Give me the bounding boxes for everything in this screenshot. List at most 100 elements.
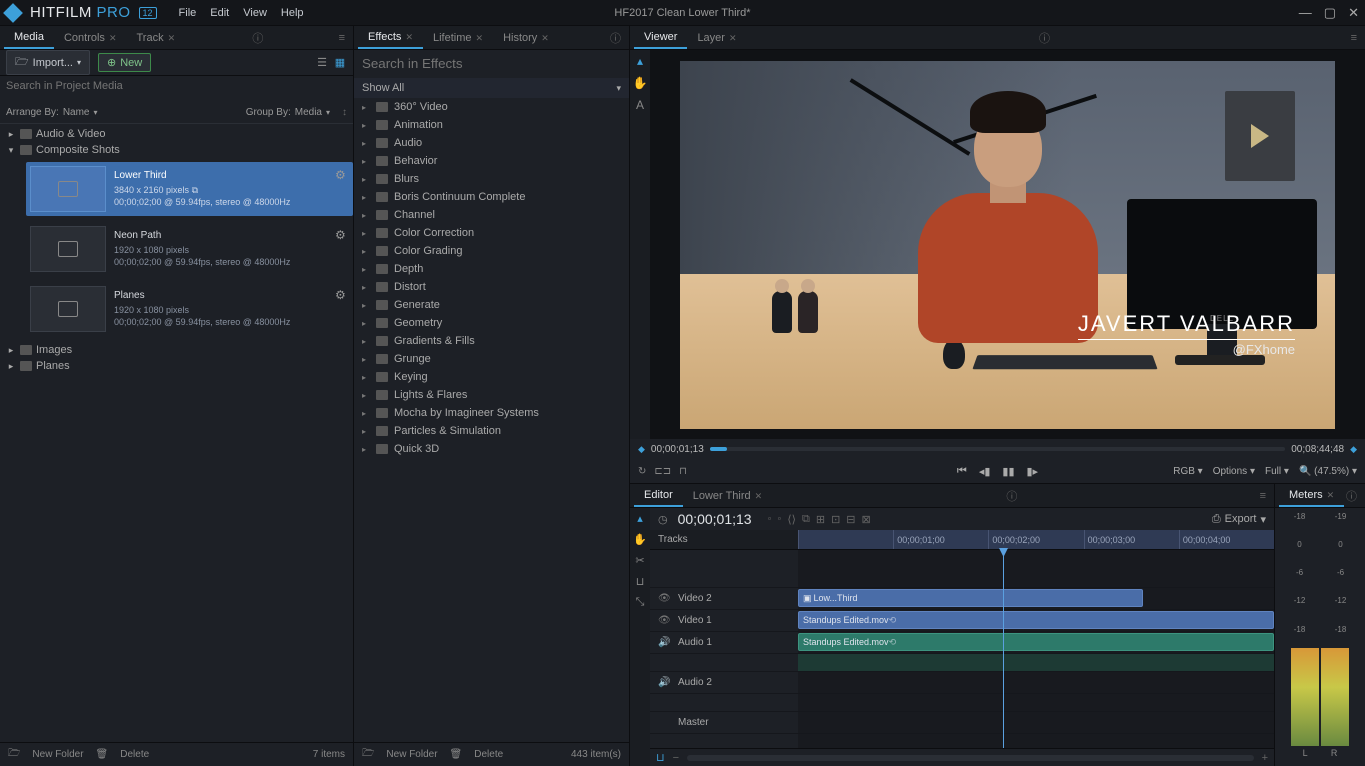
maximize-icon[interactable]: ▢ [1324, 5, 1336, 21]
delete-button[interactable]: Delete [120, 749, 149, 760]
tab-lifetime[interactable]: Lifetime✕ [423, 28, 493, 48]
tab-lower-third[interactable]: Lower Third✕ [683, 486, 772, 506]
goto-start-icon[interactable]: ⏮ [957, 465, 967, 478]
menu-edit[interactable]: Edit [210, 7, 229, 19]
sort-icon[interactable]: ↕ [342, 107, 347, 118]
hand-tool-icon[interactable]: ✋ [633, 76, 648, 90]
tab-meters[interactable]: Meters✕ [1279, 485, 1344, 507]
comp-lower-third[interactable]: Lower Third3840 x 2160 pixels ⧉00;00;02;… [26, 162, 353, 216]
track-video-2[interactable]: 👁Video 2 [650, 588, 798, 610]
timeline-ruler[interactable]: 00;00;01;00 00;00;02;00 00;00;03;00 00;0… [798, 530, 1274, 549]
show-all-dropdown[interactable]: Show All▾ [354, 78, 629, 98]
zoom-in-icon[interactable]: + [1262, 752, 1268, 764]
effects-category[interactable]: ▸Boris Continuum Complete [354, 188, 629, 206]
edit-icon[interactable]: ⊞ [816, 513, 825, 526]
effects-category[interactable]: ▸Keying [354, 368, 629, 386]
viewer-viewport[interactable]: JAVERT VALBARR @FXhome [650, 50, 1365, 439]
effects-category[interactable]: ▸Geometry [354, 314, 629, 332]
effects-category[interactable]: ▸Generate [354, 296, 629, 314]
marker-out-icon[interactable]: ◆ [1350, 444, 1357, 455]
folder-planes[interactable]: ▸Planes [0, 358, 353, 374]
edit-icon[interactable]: ⊡ [831, 513, 840, 526]
quality-dropdown[interactable]: Full ▾ [1265, 466, 1289, 477]
export-button[interactable]: ⎙Export ▾ [1212, 513, 1266, 526]
effects-category[interactable]: ▸Depth [354, 260, 629, 278]
menu-help[interactable]: Help [281, 7, 304, 19]
timeline-content[interactable]: ▣Low...Third Standups Edited.mov ⟲ Stand… [798, 550, 1274, 748]
close-icon[interactable]: ✕ [109, 33, 117, 43]
import-button[interactable]: 🗁Import...▾ [6, 50, 90, 75]
effects-search-input[interactable] [362, 56, 621, 71]
arrange-by-value[interactable]: Name [63, 107, 90, 118]
scrubber[interactable] [710, 447, 1286, 451]
snap-icon[interactable]: ⊓ [679, 466, 687, 477]
menu-view[interactable]: View [243, 7, 267, 19]
new-folder-button[interactable]: New Folder [386, 749, 437, 760]
speaker-icon[interactable]: 🔊 [658, 637, 670, 648]
close-icon[interactable]: ✕ [1327, 490, 1335, 500]
prev-frame-icon[interactable]: ◂▮ [979, 465, 991, 478]
channel-select[interactable]: RGB ▾ [1173, 466, 1202, 477]
group-by-value[interactable]: Media [295, 107, 322, 118]
edit-icon[interactable]: ⟨⟩ [787, 513, 796, 526]
playhead[interactable] [1003, 550, 1004, 748]
list-view-icon[interactable]: ☰ [315, 56, 329, 70]
minimize-icon[interactable]: — [1299, 5, 1312, 21]
effects-category[interactable]: ▸Grunge [354, 350, 629, 368]
panel-help-icon[interactable]: ≡ [339, 32, 345, 44]
close-icon[interactable]: ✕ [168, 33, 176, 43]
snap-tool-icon[interactable]: ⊔ [636, 575, 645, 588]
panel-help-icon[interactable]: ⓘ [610, 30, 621, 46]
edit-icon[interactable]: ⧉ [802, 513, 810, 526]
gear-icon[interactable]: ⚙ [335, 168, 347, 180]
slice-tool-icon[interactable]: ✂ [635, 554, 644, 567]
close-icon[interactable]: ✕ [405, 32, 413, 42]
effects-category[interactable]: ▸Distort [354, 278, 629, 296]
track-audio-2[interactable]: 🔊Audio 2 [650, 672, 798, 694]
panel-menu-icon[interactable]: ⓘ [252, 30, 263, 46]
next-frame-icon[interactable]: ▮▸ [1027, 465, 1039, 478]
magnet-icon[interactable]: ⊔ [656, 751, 665, 764]
panel-menu-icon[interactable]: ≡ [1260, 490, 1266, 502]
tab-track[interactable]: Track✕ [126, 28, 185, 48]
comp-neon-path[interactable]: Neon Path1920 x 1080 pixels00;00;02;00 @… [26, 222, 353, 276]
tab-controls[interactable]: Controls✕ [54, 28, 127, 48]
tab-viewer[interactable]: Viewer [634, 27, 687, 49]
edit-icon[interactable]: ◦ [777, 513, 781, 526]
play-pause-icon[interactable]: ▮▮ [1002, 465, 1014, 478]
panel-help-icon[interactable]: ⓘ [1346, 488, 1357, 504]
timeline-scrollbar[interactable] [687, 755, 1254, 761]
track-audio-1[interactable]: 🔊Audio 1 [650, 632, 798, 654]
clip-standups-video[interactable]: Standups Edited.mov ⟲ [798, 611, 1274, 629]
effects-category[interactable]: ▸Color Correction [354, 224, 629, 242]
tab-media[interactable]: Media [4, 27, 54, 49]
tab-effects[interactable]: Effects✕ [358, 27, 423, 49]
new-folder-button[interactable]: New Folder [32, 749, 83, 760]
panel-help-icon[interactable]: ⓘ [1006, 488, 1017, 504]
track-master[interactable]: Master [650, 712, 798, 734]
effects-category[interactable]: ▸Animation [354, 116, 629, 134]
close-icon[interactable]: ✕ [755, 491, 763, 501]
text-tool-icon[interactable]: A [636, 98, 644, 112]
tab-editor[interactable]: Editor [634, 485, 683, 507]
close-icon[interactable]: ✕ [729, 33, 737, 43]
effects-category[interactable]: ▸Mocha by Imagineer Systems [354, 404, 629, 422]
menu-file[interactable]: File [179, 7, 197, 19]
eye-icon[interactable]: 👁 [658, 593, 670, 604]
close-icon[interactable]: ✕ [1348, 5, 1359, 21]
effects-category[interactable]: ▸Lights & Flares [354, 386, 629, 404]
effects-category[interactable]: ▸Gradients & Fills [354, 332, 629, 350]
effects-category[interactable]: ▸Particles & Simulation [354, 422, 629, 440]
close-icon[interactable]: ✕ [541, 33, 549, 43]
marker-in-icon[interactable]: ◆ [638, 444, 645, 455]
inout-icon[interactable]: ⊏⊐ [654, 466, 671, 477]
select-tool-icon[interactable]: ▴ [637, 512, 643, 525]
effects-category[interactable]: ▸360° Video [354, 98, 629, 116]
effects-category[interactable]: ▸Behavior [354, 152, 629, 170]
media-search-input[interactable] [6, 80, 347, 92]
edit-icon[interactable]: ⊟ [846, 513, 855, 526]
tab-history[interactable]: History✕ [493, 28, 559, 48]
new-button[interactable]: ⊕New [98, 53, 151, 72]
comp-planes[interactable]: Planes1920 x 1080 pixels00;00;02;00 @ 59… [26, 282, 353, 336]
effects-category[interactable]: ▸Audio [354, 134, 629, 152]
